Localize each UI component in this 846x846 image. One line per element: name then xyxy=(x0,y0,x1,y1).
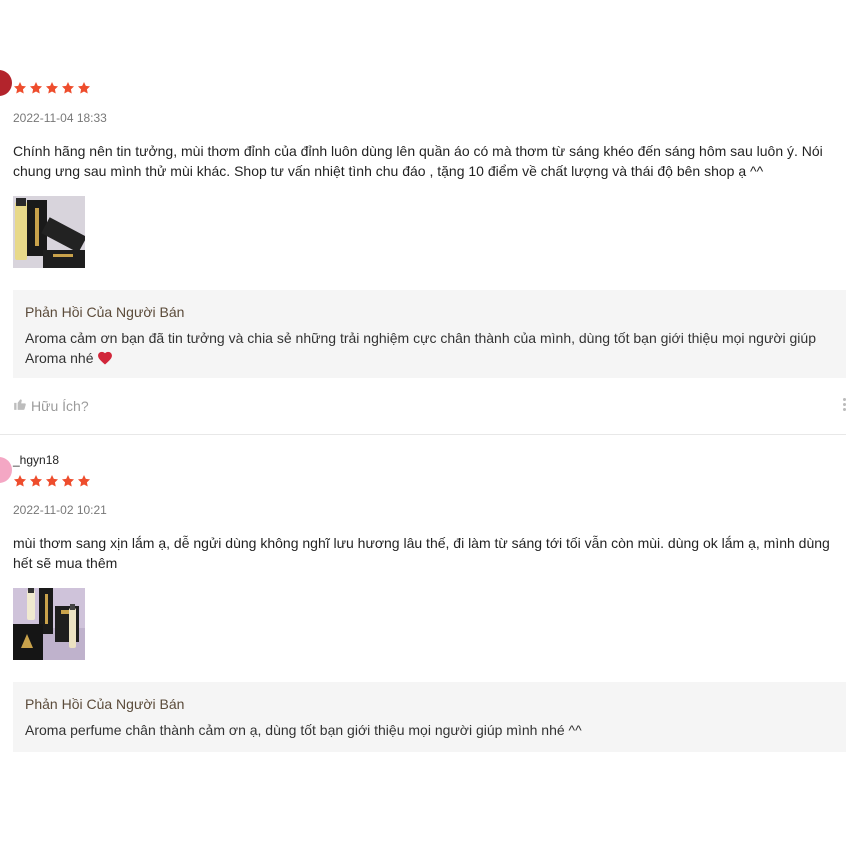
review-photo[interactable] xyxy=(13,588,85,660)
reply-text: Aroma cảm ơn bạn đã tin tưởng và chia sẻ… xyxy=(25,328,825,370)
avatar[interactable] xyxy=(0,70,12,96)
review-content: Chính hãng nên tin tưởng, mùi thơm đỉnh … xyxy=(13,143,823,179)
star-icon xyxy=(61,474,75,488)
star-icon xyxy=(29,81,43,95)
star-icon xyxy=(29,474,43,488)
review-date: 2022-11-04 18:33 xyxy=(13,111,107,125)
helpful-button[interactable]: Hữu Ích? xyxy=(13,397,89,414)
reply-text-body: Aroma cảm ơn bạn đã tin tưởng và chia sẻ… xyxy=(25,330,816,366)
star-icon xyxy=(77,81,91,95)
reply-text: Aroma perfume chân thành cảm ơn ạ, dùng … xyxy=(25,722,582,738)
divider xyxy=(0,434,846,435)
star-icon xyxy=(61,81,75,95)
star-icon xyxy=(45,81,59,95)
review-photo[interactable] xyxy=(13,196,85,268)
thumbs-up-icon xyxy=(13,397,27,414)
helpful-label: Hữu Ích? xyxy=(31,397,89,414)
reply-title: Phản Hồi Của Người Bán xyxy=(25,696,185,712)
review-date: 2022-11-02 10:21 xyxy=(13,503,107,517)
review-content: mùi thơm sang xịn lắm ạ, dễ ngửi dùng kh… xyxy=(13,535,830,571)
seller-reply: Phản Hồi Của Người Bán Aroma cảm ơn bạn … xyxy=(13,290,846,378)
avatar[interactable] xyxy=(0,457,12,483)
star-icon xyxy=(13,81,27,95)
seller-reply: Phản Hồi Của Người Bán Aroma perfume châ… xyxy=(13,682,846,752)
heart-icon xyxy=(97,350,113,370)
reply-title: Phản Hồi Của Người Bán xyxy=(25,304,185,320)
star-icon xyxy=(77,474,91,488)
star-icon xyxy=(13,474,27,488)
star-icon xyxy=(45,474,59,488)
rating-stars xyxy=(13,474,91,488)
rating-stars xyxy=(13,81,91,95)
review-username[interactable]: _hgyn18 xyxy=(13,453,59,467)
